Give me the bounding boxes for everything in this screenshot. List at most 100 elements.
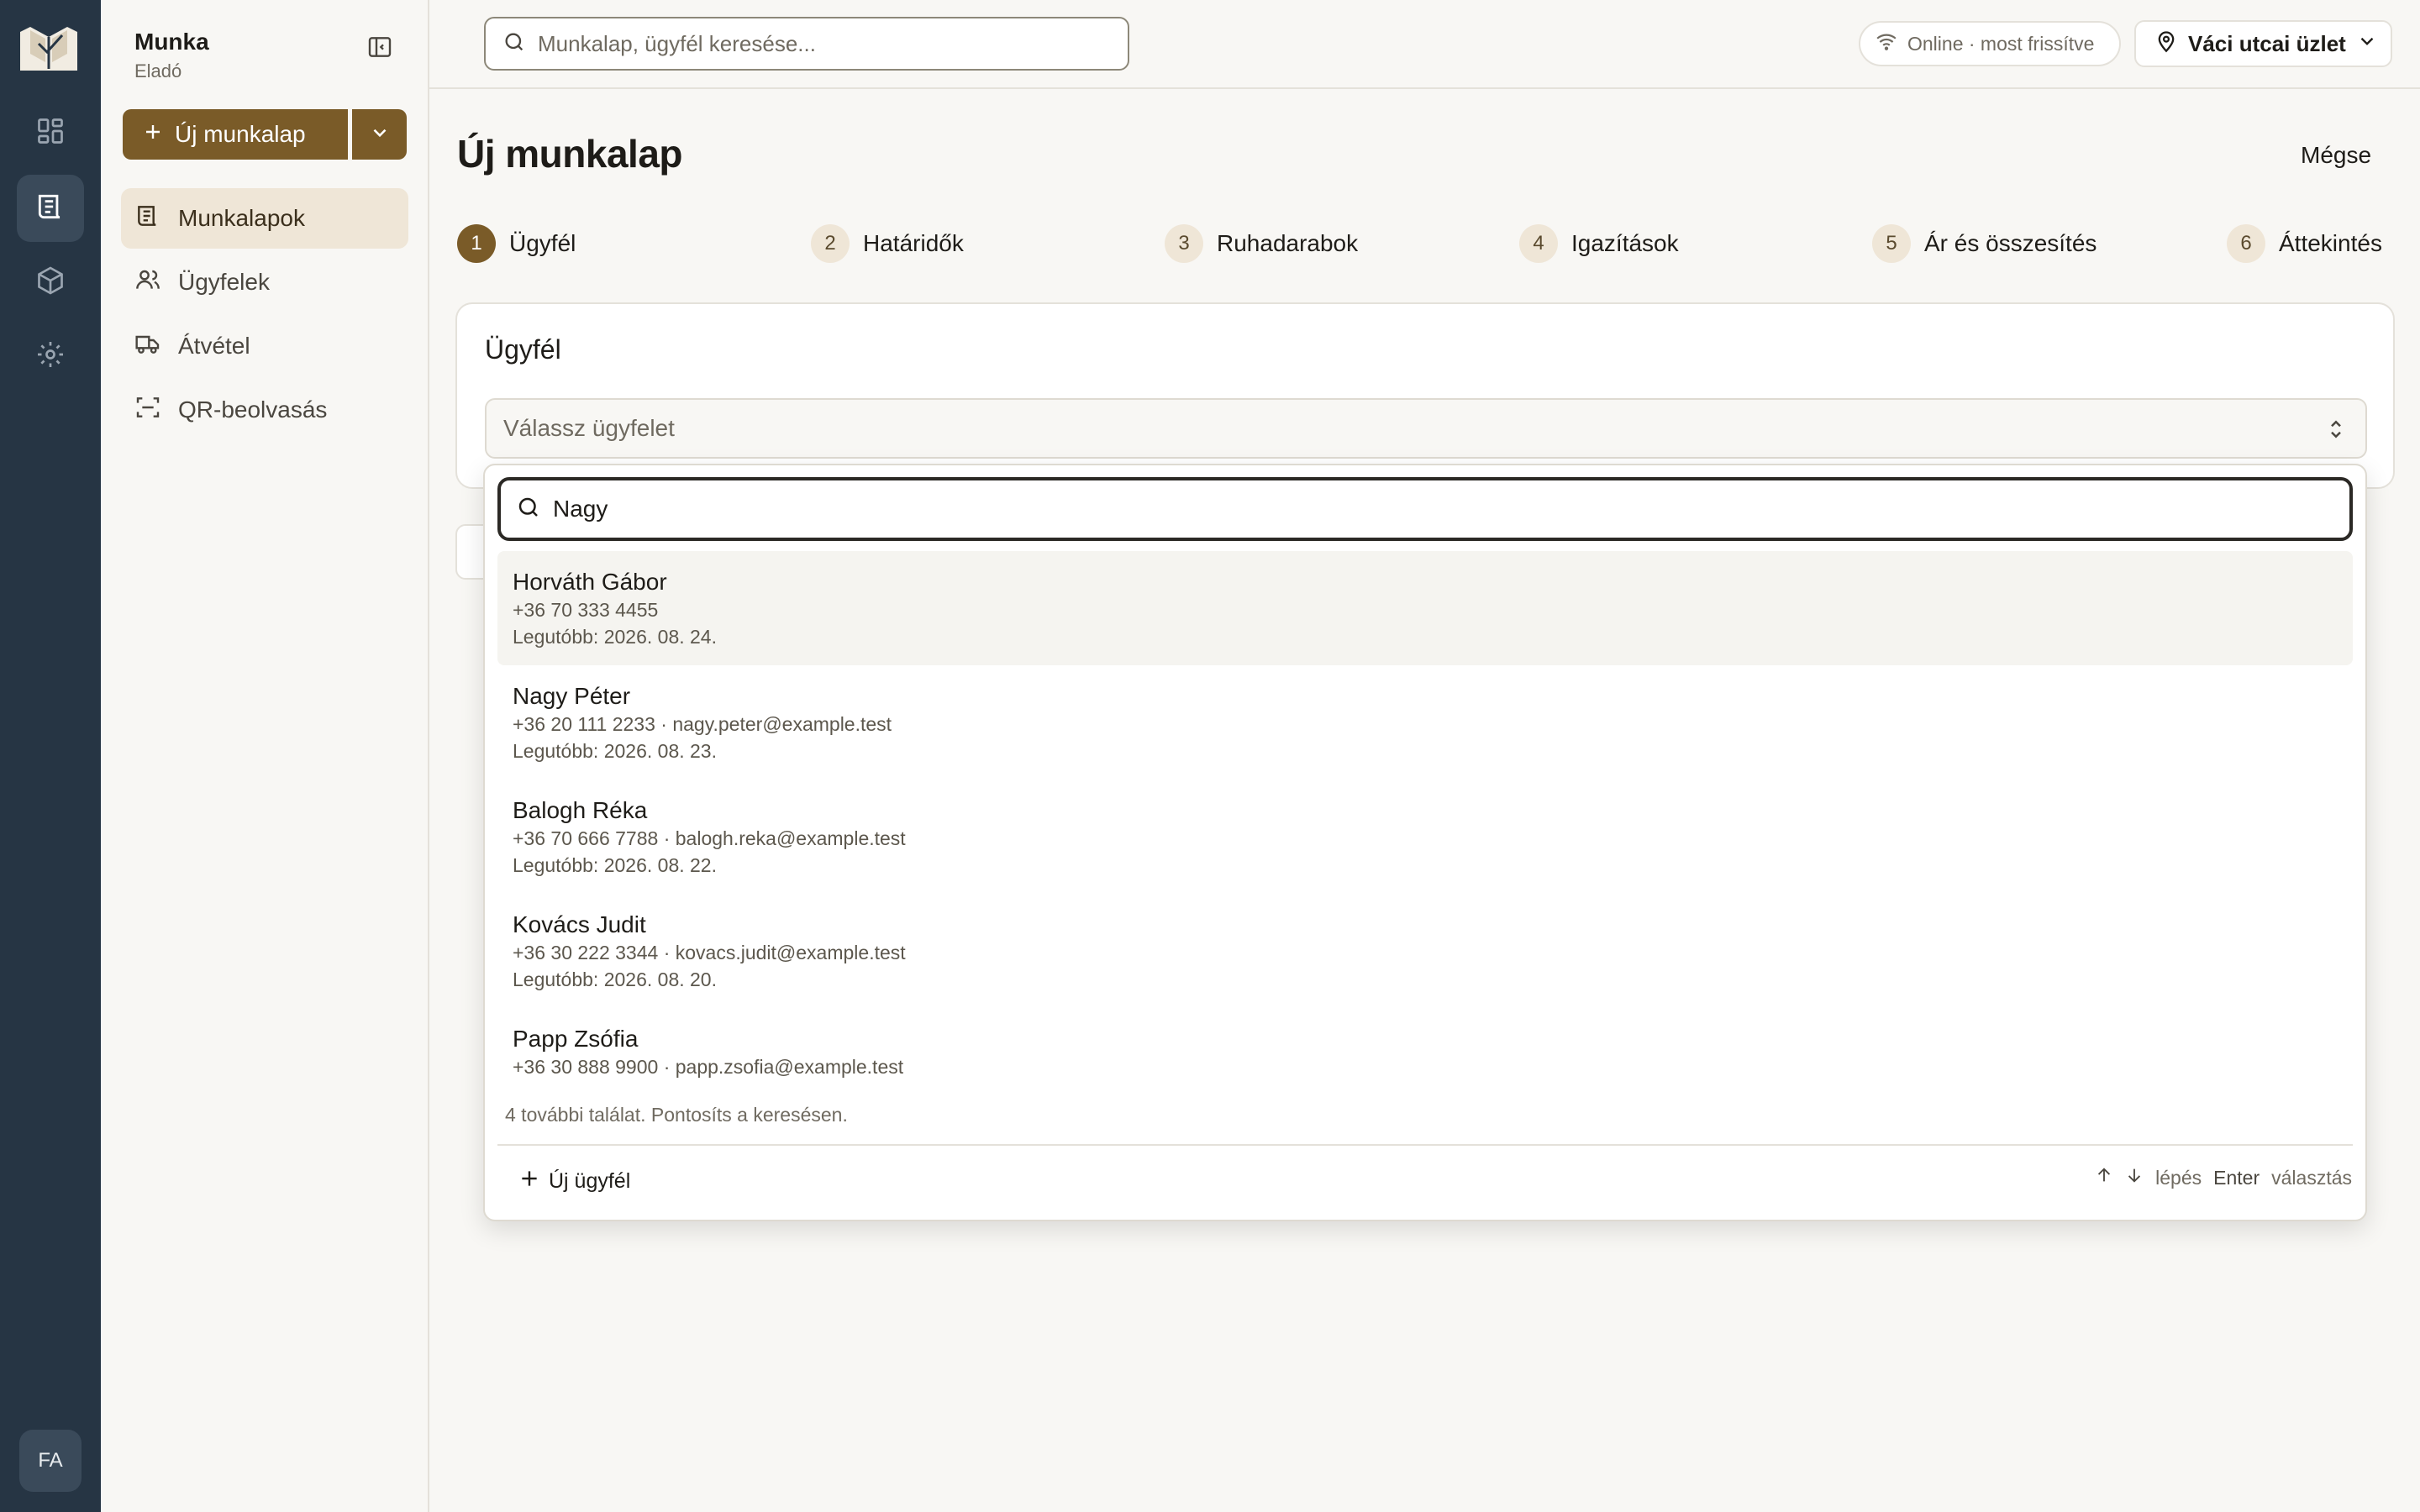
user-avatar[interactable]: FA — [19, 1430, 82, 1492]
customer-contact: +36 30 888 9900 · papp.zsofia@example.te… — [513, 1056, 904, 1078]
step-number: 1 — [457, 224, 496, 263]
collapse-sidebar-icon[interactable] — [366, 34, 393, 60]
map-pin-icon — [2154, 29, 2178, 59]
hint-enter-key: Enter — [2213, 1166, 2260, 1189]
package-icon — [35, 265, 66, 300]
dashboard-icon — [35, 116, 66, 150]
sidebar-item-pickup[interactable]: Átvétel — [121, 316, 408, 376]
chevron-down-icon — [2356, 30, 2378, 58]
more-results-note: 4 további találat. Pontosíts a keresésen… — [505, 1104, 848, 1126]
chevron-down-icon — [369, 122, 391, 148]
search-icon — [502, 30, 526, 58]
customer-name: Nagy Péter — [513, 683, 631, 709]
customer-contact: +36 70 333 4455 — [513, 599, 659, 621]
customer-last-visit: Legutóbb: 2026. 08. 20. — [513, 969, 717, 990]
rail-worksheets-button[interactable] — [17, 175, 84, 242]
new-worksheet-button[interactable]: Új munkalap — [123, 109, 348, 160]
sidebar-item-label: Átvétel — [178, 333, 250, 359]
qr-scan-icon — [134, 394, 161, 427]
list-item[interactable]: Papp Zsófia +36 30 888 9900 · papp.zsofi… — [497, 1008, 2353, 1092]
customer-last-visit: Legutóbb: 2026. 08. 23. — [513, 740, 717, 762]
step-label: Ár és összesítés — [1924, 230, 2097, 256]
top-bar: Online · most frissítve Váci utcai üzlet — [429, 0, 2420, 89]
step-number: 6 — [2227, 224, 2265, 263]
step-number: 2 — [811, 224, 850, 263]
workspace-role: Eladó — [134, 60, 182, 81]
customer-name: Horváth Gábor — [513, 569, 667, 595]
customer-contact: +36 70 666 7788 · balogh.reka@example.te… — [513, 827, 906, 849]
customer-results-list: Horváth Gábor +36 70 333 4455 Legutóbb: … — [497, 551, 2353, 1092]
sidebar-item-worksheets[interactable]: Munkalapok — [121, 188, 408, 249]
customer-card: Ügyfél Válassz ügyfelet — [455, 302, 2395, 489]
connection-status-badge: Online · most frissítve — [1859, 21, 2121, 66]
page-title: Új munkalap — [457, 132, 683, 176]
customer-search-input[interactable] — [553, 496, 2349, 522]
new-customer-button[interactable]: Új ügyfél — [518, 1168, 630, 1195]
customer-dropdown: Horváth Gábor +36 70 333 4455 Legutóbb: … — [483, 464, 2367, 1221]
sidebar-item-label: Ügyfelek — [178, 269, 270, 295]
truck-icon — [134, 330, 161, 363]
cancel-button[interactable]: Mégse — [2301, 142, 2371, 169]
list-item[interactable]: Horváth Gábor +36 70 333 4455 Legutóbb: … — [497, 551, 2353, 665]
step-number: 3 — [1165, 224, 1203, 263]
sidebar: Munka Eladó Új munkalap Munkalapok Ügyfe… — [101, 0, 429, 1512]
worksheet-icon — [134, 202, 161, 235]
customer-last-visit: Legutóbb: 2026. 08. 22. — [513, 854, 717, 876]
icon-rail: FA — [0, 0, 101, 1512]
rail-settings-button[interactable] — [17, 323, 84, 390]
sidebar-item-customers[interactable]: Ügyfelek — [121, 252, 408, 312]
list-item[interactable]: Balogh Réka +36 70 666 7788 · balogh.rek… — [497, 780, 2353, 894]
customer-select-placeholder: Válassz ügyfelet — [503, 415, 675, 441]
chevron-up-down-icon — [2323, 417, 2349, 448]
wifi-icon — [1876, 30, 1897, 57]
customer-contact: +36 20 111 2233 · nagy.peter@example.tes… — [513, 713, 892, 735]
step-deadlines[interactable]: 2 Határidők — [811, 223, 964, 264]
store-name: Váci utcai üzlet — [2188, 30, 2346, 56]
step-alterations[interactable]: 4 Igazítások — [1519, 223, 1679, 264]
step-label: Ügyfél — [509, 230, 576, 256]
step-label: Áttekintés — [2279, 230, 2382, 256]
customer-name: Papp Zsófia — [513, 1026, 639, 1052]
step-number: 4 — [1519, 224, 1558, 263]
workspace-name: Munka — [134, 29, 209, 55]
global-search[interactable] — [484, 17, 1129, 71]
step-customer[interactable]: 1 Ügyfél — [457, 223, 576, 264]
app-logo-icon[interactable] — [17, 20, 81, 76]
search-icon — [516, 495, 541, 524]
divider — [497, 1144, 2353, 1146]
plus-icon — [143, 121, 163, 148]
hint-step-text: lépés — [2155, 1166, 2202, 1189]
plus-icon — [518, 1168, 540, 1195]
step-label: Ruhadarabok — [1217, 230, 1359, 256]
gear-icon — [35, 339, 66, 374]
customer-select[interactable]: Válassz ügyfelet — [485, 398, 2367, 459]
step-garments[interactable]: 3 Ruhadarabok — [1165, 223, 1358, 264]
sidebar-item-qr-scan[interactable]: QR-beolvasás — [121, 380, 408, 440]
worksheet-icon — [34, 191, 66, 227]
users-icon — [134, 266, 161, 299]
sidebar-item-label: Munkalapok — [178, 205, 305, 231]
rail-inventory-button[interactable] — [17, 249, 84, 316]
customer-card-title: Ügyfél — [485, 334, 561, 365]
customer-search[interactable] — [497, 477, 2353, 541]
customer-name: Balogh Réka — [513, 797, 648, 823]
list-item[interactable]: Nagy Péter +36 20 111 2233 · nagy.peter@… — [497, 665, 2353, 780]
new-worksheet-label: Új munkalap — [175, 121, 306, 147]
arrow-up-icon — [2095, 1166, 2113, 1189]
step-label: Határidők — [863, 230, 964, 256]
step-pricing[interactable]: 5 Ár és összesítés — [1872, 223, 2096, 264]
step-review[interactable]: 6 Áttekintés — [2227, 223, 2382, 264]
step-label: Igazítások — [1571, 230, 1679, 256]
list-item[interactable]: Kovács Judit +36 30 222 3344 · kovacs.ju… — [497, 894, 2353, 1008]
hint-select-text: választás — [2271, 1166, 2352, 1189]
step-number: 5 — [1872, 224, 1911, 263]
new-customer-label: Új ügyfél — [549, 1169, 631, 1193]
global-search-input[interactable] — [538, 30, 1128, 57]
rail-dashboard-button[interactable] — [17, 99, 84, 166]
customer-contact: +36 30 222 3344 · kovacs.judit@example.t… — [513, 942, 906, 963]
new-worksheet-menu-button[interactable] — [352, 109, 407, 160]
keyboard-hints: lépés Enter választás — [2095, 1166, 2352, 1189]
arrow-down-icon — [2125, 1166, 2144, 1189]
store-selector[interactable]: Váci utcai üzlet — [2134, 20, 2392, 67]
sidebar-item-label: QR-beolvasás — [178, 396, 328, 423]
